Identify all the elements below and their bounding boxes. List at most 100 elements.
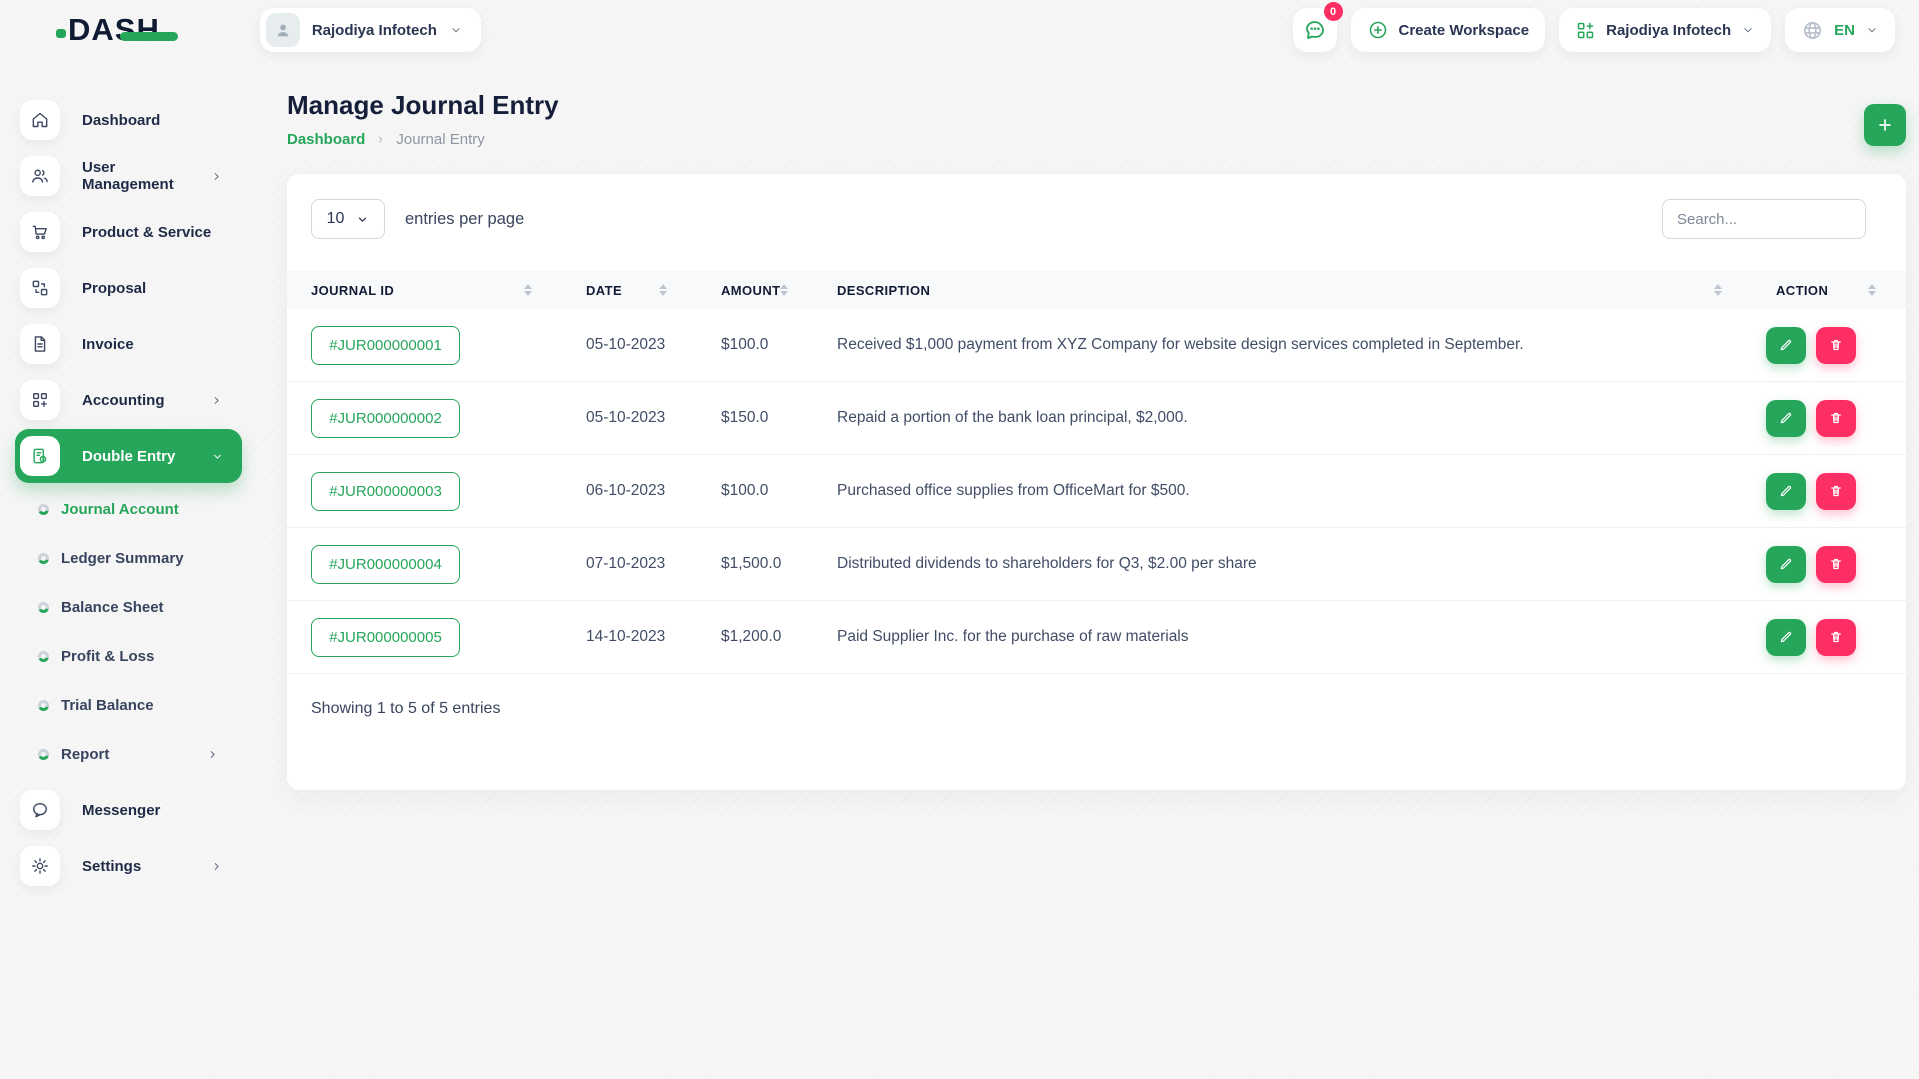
sidebar: Dashboard User Management Product & Serv… xyxy=(0,60,265,895)
delete-button[interactable] xyxy=(1816,618,1856,656)
messages-badge: 0 xyxy=(1323,2,1343,21)
delete-button[interactable] xyxy=(1816,399,1856,437)
delete-button[interactable] xyxy=(1816,545,1856,583)
cell-amount: $1,500.0 xyxy=(721,555,782,572)
breadcrumb-current: Journal Entry xyxy=(396,131,485,148)
cell-date: 14-10-2023 xyxy=(586,628,666,645)
cell-date: 07-10-2023 xyxy=(586,555,666,572)
sidebar-item-user-management[interactable]: User Management xyxy=(0,149,265,203)
trash-icon xyxy=(1828,483,1844,499)
messages-button[interactable]: 0 xyxy=(1292,2,1343,52)
bullet-icon xyxy=(38,749,49,760)
table-row: #JUR000000001 05-10-2023 $100.0 Received… xyxy=(287,309,1906,382)
breadcrumb-dashboard-link[interactable]: Dashboard xyxy=(287,131,365,148)
journal-id-badge[interactable]: #JUR000000005 xyxy=(311,617,460,657)
profile-menu[interactable]: Rajodiya Infotech xyxy=(259,8,481,52)
cell-date: 06-10-2023 xyxy=(586,482,666,499)
accounting-grid-icon xyxy=(20,380,60,420)
trash-icon xyxy=(1828,629,1844,645)
cell-description: Paid Supplier Inc. for the purchase of r… xyxy=(837,628,1189,645)
cell-date: 05-10-2023 xyxy=(586,409,666,426)
trash-icon xyxy=(1828,410,1844,426)
sidebar-subitem-profit-loss[interactable]: Profit & Loss xyxy=(0,632,265,681)
delete-button[interactable] xyxy=(1816,326,1856,364)
sidebar-item-settings[interactable]: Settings xyxy=(0,839,265,893)
cart-icon xyxy=(20,212,60,252)
proposal-grid-icon xyxy=(20,268,60,308)
cell-description: Distributed dividends to shareholders fo… xyxy=(837,555,1257,572)
cell-amount: $100.0 xyxy=(721,336,769,353)
sidebar-item-product-service[interactable]: Product & Service xyxy=(0,205,265,259)
messenger-icon xyxy=(20,790,60,830)
trash-icon xyxy=(1828,556,1844,572)
profile-name: Rajodiya Infotech xyxy=(311,21,437,39)
users-icon xyxy=(20,156,60,196)
edit-button[interactable] xyxy=(1766,399,1806,437)
cell-date: 05-10-2023 xyxy=(586,336,666,353)
sidebar-subitem-balance-sheet[interactable]: Balance Sheet xyxy=(0,583,265,632)
chevron-right-icon xyxy=(210,394,223,407)
table-header-row: JOURNAL ID DATE AMOUNT DESCRIPTION ACTIO… xyxy=(287,271,1906,309)
workspace-menu[interactable]: Rajodiya Infotech xyxy=(1559,8,1772,52)
table-footer: Showing 1 to 5 of 5 entries xyxy=(311,700,501,717)
journal-id-badge[interactable]: #JUR000000003 xyxy=(311,471,460,511)
header-description[interactable]: DESCRIPTION xyxy=(813,271,1752,309)
sidebar-subitem-report[interactable]: Report xyxy=(0,730,265,779)
gear-icon xyxy=(20,846,60,886)
search-input[interactable] xyxy=(1662,199,1866,239)
sidebar-item-double-entry[interactable]: Double Entry xyxy=(15,429,242,483)
chevron-right-icon xyxy=(210,170,223,183)
sidebar-item-proposal[interactable]: Proposal xyxy=(0,261,265,315)
chat-icon xyxy=(1303,18,1327,42)
sidebar-item-dashboard[interactable]: Dashboard xyxy=(0,93,265,147)
cell-amount: $1,200.0 xyxy=(721,628,782,645)
chevron-down-icon xyxy=(1865,23,1879,37)
topbar-right: 0 Create Workspace Rajodiya Infotech EN xyxy=(1292,2,1895,52)
entries-per-page-select[interactable]: 10 xyxy=(311,199,385,239)
create-journal-entry-button[interactable] xyxy=(1864,104,1906,146)
journal-id-badge[interactable]: #JUR000000002 xyxy=(311,398,460,438)
sidebar-subitem-trial-balance[interactable]: Trial Balance xyxy=(0,681,265,730)
app-logo[interactable]: DASH xyxy=(56,12,178,48)
journal-id-badge[interactable]: #JUR000000001 xyxy=(311,325,460,365)
header-action[interactable]: ACTION xyxy=(1752,271,1906,309)
logo-dot xyxy=(56,28,66,38)
header-date[interactable]: DATE xyxy=(562,271,697,309)
sort-icon xyxy=(1868,284,1876,296)
globe-icon xyxy=(1801,19,1824,42)
cell-amount: $100.0 xyxy=(721,482,769,499)
sidebar-item-invoice[interactable]: Invoice xyxy=(0,317,265,371)
edit-button[interactable] xyxy=(1766,545,1806,583)
sidebar-item-messenger[interactable]: Messenger xyxy=(0,783,265,837)
sidebar-item-accounting[interactable]: Accounting xyxy=(0,373,265,427)
journal-id-badge[interactable]: #JUR000000004 xyxy=(311,544,460,584)
pencil-icon xyxy=(1778,556,1794,572)
sidebar-subitem-ledger-summary[interactable]: Ledger Summary xyxy=(0,534,265,583)
cell-description: Purchased office supplies from OfficeMar… xyxy=(837,482,1190,499)
table-controls: 10 entries per page xyxy=(287,174,1906,239)
home-icon xyxy=(20,100,60,140)
edit-button[interactable] xyxy=(1766,472,1806,510)
chevron-down-icon xyxy=(356,213,369,226)
delete-button[interactable] xyxy=(1816,472,1856,510)
create-workspace-button[interactable]: Create Workspace xyxy=(1350,8,1546,52)
topbar: DASH Rajodiya Infotech 0 Create Workspac… xyxy=(0,0,1919,60)
header-amount[interactable]: AMOUNT xyxy=(697,271,813,309)
double-entry-clipboard-icon xyxy=(20,436,60,476)
language-menu[interactable]: EN xyxy=(1785,8,1895,52)
journal-entry-card: 10 entries per page JOURNAL ID DATE xyxy=(287,174,1906,790)
chevron-down-icon xyxy=(449,23,463,37)
workspace-grid-icon xyxy=(1575,20,1596,41)
language-code: EN xyxy=(1834,21,1855,39)
journal-entries-table: JOURNAL ID DATE AMOUNT DESCRIPTION ACTIO… xyxy=(287,271,1906,674)
cell-amount: $150.0 xyxy=(721,409,769,426)
page-head: Manage Journal Entry Dashboard Journal E… xyxy=(287,86,1906,148)
edit-button[interactable] xyxy=(1766,618,1806,656)
sidebar-subitem-journal-account[interactable]: Journal Account xyxy=(0,485,265,534)
header-journal-id[interactable]: JOURNAL ID xyxy=(287,271,562,309)
edit-button[interactable] xyxy=(1766,326,1806,364)
workspace-name: Rajodiya Infotech xyxy=(1606,21,1732,39)
trash-icon xyxy=(1828,337,1844,353)
chevron-right-icon xyxy=(206,748,219,761)
sort-icon xyxy=(780,284,789,296)
